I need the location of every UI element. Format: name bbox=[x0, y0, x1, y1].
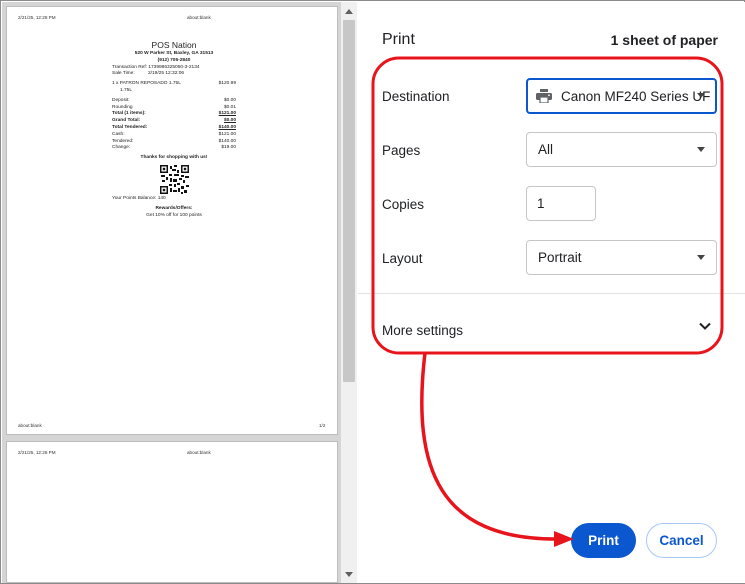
qr-code bbox=[159, 164, 189, 194]
receipt-total-label: Grand Total: bbox=[112, 118, 141, 124]
copies-label: Copies bbox=[382, 197, 425, 212]
receipt-total-row: Total Tendered: $140.00 bbox=[112, 125, 236, 132]
receipt-total-value: $19.00 bbox=[221, 145, 236, 151]
preview-page-1: 2/21/25, 12:28 PM about:blank POS Nation… bbox=[6, 6, 338, 435]
receipt-total-value: $0.00 bbox=[223, 97, 236, 103]
receipt-total-label: Cash: bbox=[112, 131, 125, 137]
page2-header-url: about:blank bbox=[187, 450, 211, 455]
receipt-points-balance: Your Points Balance: 140 bbox=[112, 195, 166, 201]
receipt-total-row: Deposit: $0.00 bbox=[112, 98, 236, 105]
caret-down-icon bbox=[697, 147, 705, 152]
page-header-date: 2/21/25, 12:28 PM bbox=[18, 15, 56, 20]
receipt-total-label: Change: bbox=[112, 145, 131, 151]
receipt-rewards-title: Rewards/Offers: bbox=[155, 205, 193, 211]
receipt-item-size: 1.75L bbox=[120, 87, 133, 93]
cancel-button[interactable]: Cancel bbox=[646, 523, 717, 558]
sale-time-value: 2/19/25 12:32:06 bbox=[148, 71, 185, 77]
receipt-total-label: Deposit: bbox=[112, 97, 130, 103]
preview-page-2: 2/21/25, 12:28 PM about:blank bbox=[6, 441, 338, 583]
chevron-down-icon[interactable] bbox=[698, 321, 712, 331]
print-dialog: 2/21/25, 12:28 PM about:blank POS Nation… bbox=[0, 0, 745, 584]
receipt-item-price: $120.99 bbox=[218, 81, 236, 87]
page-footer-number: 1/2 bbox=[319, 423, 326, 428]
receipt-totals: Deposit: $0.00 Rounding $0.01 Total (1 items… bbox=[112, 98, 236, 152]
receipt-total-value: $0.00 bbox=[223, 118, 236, 124]
copies-input[interactable]: 1 bbox=[526, 186, 596, 221]
caret-down-icon bbox=[697, 255, 705, 260]
dialog-title: Print bbox=[382, 31, 415, 48]
scroll-thumb[interactable] bbox=[343, 20, 355, 382]
receipt-total-row: Cash: $121.00 bbox=[112, 132, 236, 139]
destination-value: Canon MF240 Series UF bbox=[561, 88, 711, 104]
preview-scrollbar[interactable] bbox=[341, 2, 357, 583]
receipt-total-row: Change: $19.00 bbox=[112, 145, 236, 152]
page2-header-date: 2/21/25, 12:28 PM bbox=[18, 450, 56, 455]
pages-select[interactable]: All bbox=[526, 132, 717, 167]
sheet-count: 1 sheet of paper bbox=[610, 32, 718, 48]
scroll-up-arrow-icon[interactable] bbox=[341, 2, 357, 20]
receipt-total-row: Grand Total: $0.00 bbox=[112, 118, 236, 125]
receipt-sale-time: Sale Time: 2/19/25 12:32:06 bbox=[112, 71, 236, 78]
print-preview-pane: 2/21/25, 12:28 PM about:blank POS Nation… bbox=[2, 2, 341, 583]
receipt-store-name: POS Nation bbox=[151, 40, 197, 50]
page-footer-url: about:blank bbox=[18, 423, 42, 428]
page-header-url: about:blank bbox=[187, 15, 211, 20]
receipt-rewards-offer: Get 10% off for 100 points bbox=[146, 212, 202, 218]
sale-time-label: Sale Time: bbox=[112, 71, 135, 77]
print-settings-pane: Print 1 sheet of paper Destination Canon… bbox=[358, 2, 745, 583]
receipt-thanks: Thanks for shopping with us! bbox=[140, 155, 208, 161]
receipt-item-name: 1 x PATRON REPOSADO 1.75L bbox=[112, 81, 181, 87]
more-settings-label: More settings bbox=[382, 323, 464, 338]
divider bbox=[358, 293, 745, 294]
layout-select[interactable]: Portrait bbox=[526, 240, 717, 275]
receipt-item-row: 1 x PATRON REPOSADO 1.75L $120.99 bbox=[112, 81, 236, 88]
more-settings-toggle[interactable]: More settings bbox=[358, 312, 745, 348]
printer-icon bbox=[536, 89, 552, 103]
scroll-down-arrow-icon[interactable] bbox=[341, 565, 357, 583]
receipt-address: 520 W Parker St, Baxley, GA 31513 bbox=[134, 51, 214, 56]
copies-value: 1 bbox=[537, 196, 545, 211]
receipt-phone: (912) 705-2840 bbox=[157, 57, 191, 63]
pages-value: All bbox=[538, 142, 554, 157]
layout-label: Layout bbox=[382, 251, 423, 266]
destination-label: Destination bbox=[382, 89, 450, 104]
receipt-total-value: $140.00 bbox=[218, 124, 236, 130]
print-button[interactable]: Print bbox=[571, 523, 636, 558]
layout-value: Portrait bbox=[538, 250, 582, 265]
destination-select[interactable]: Canon MF240 Series UF bbox=[526, 78, 717, 114]
receipt-total-label: Total Tendered: bbox=[112, 124, 148, 130]
receipt: POS Nation 520 W Parker St, Baxley, GA 3… bbox=[112, 40, 236, 219]
receipt-total-value: $121.00 bbox=[218, 131, 236, 137]
pages-label: Pages bbox=[382, 143, 421, 158]
caret-down-icon bbox=[697, 93, 705, 98]
receipt-total-row: Tendered: $140.00 bbox=[112, 139, 236, 146]
